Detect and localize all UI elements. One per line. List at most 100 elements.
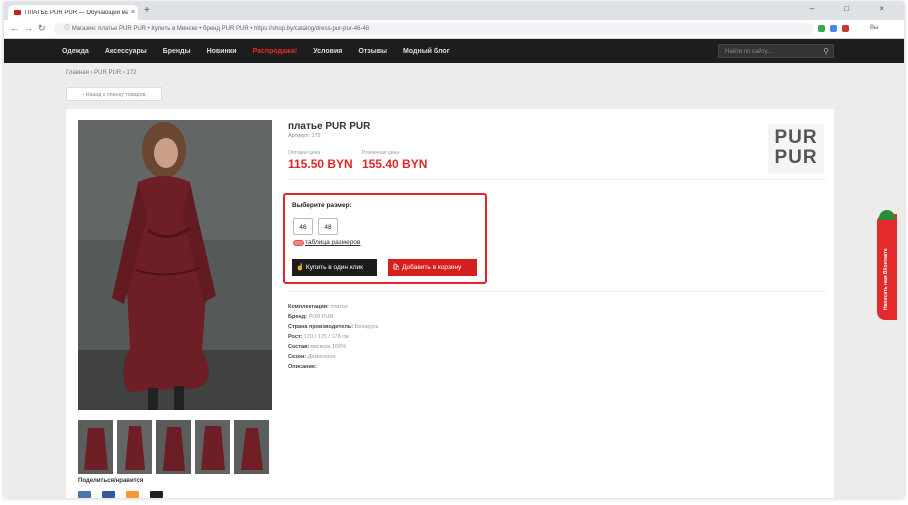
- product-attributes: Комплектация: платье Бренд: PUR PUR Стра…: [288, 302, 379, 372]
- thumbnail[interactable]: [195, 420, 230, 474]
- close-tab-icon[interactable]: ×: [128, 9, 138, 16]
- menu-item-brands[interactable]: Бренды: [163, 48, 191, 55]
- divider: [288, 179, 826, 180]
- buy-one-click-label: Купить в один клик: [305, 264, 363, 271]
- attribute-value: вискоза 100%: [310, 344, 347, 350]
- size-selection-title: Выберите размер:: [292, 202, 352, 209]
- new-tab-icon[interactable]: +: [144, 5, 150, 16]
- brand-logo-line2: PUR: [774, 147, 818, 168]
- contact-side-tab[interactable]: Написать нам ВКонтакте: [877, 210, 897, 320]
- hand-pointer-icon: ☝: [296, 264, 305, 271]
- attribute-value: Демисезон: [307, 354, 336, 360]
- retail-price: 155.40 BYN: [362, 157, 428, 171]
- attribute-row: Бренд: PUR PUR: [288, 312, 379, 322]
- attribute-value: платье: [330, 304, 348, 310]
- thumbnail-image: [156, 420, 191, 474]
- thumbnail[interactable]: [156, 420, 191, 474]
- odnoklassniki-share-icon[interactable]: [126, 491, 139, 498]
- menu-item-reviews[interactable]: Отзывы: [358, 48, 387, 55]
- attribute-row: Состав: вискоза 100%: [288, 342, 379, 352]
- divider: [288, 291, 826, 292]
- site-menu: Одежда Аксессуары Бренды Новинки Распрод…: [62, 39, 450, 63]
- tab-bar: ПЛАТЬЕ PUR PUR — Обучающий магазин × + –…: [4, 2, 904, 20]
- size-option-48[interactable]: 48: [318, 218, 338, 235]
- site-info-icon[interactable]: ⓘ: [64, 26, 70, 32]
- reload-icon[interactable]: ↻: [38, 23, 46, 34]
- measuring-tape-icon: [293, 239, 304, 246]
- attribute-value: PUR PUR: [308, 314, 334, 320]
- menu-item-blog[interactable]: Модный блог: [403, 48, 450, 55]
- vk-share-icon[interactable]: [78, 491, 91, 498]
- window-controls[interactable]: – □ ×: [810, 4, 898, 13]
- add-to-cart-button[interactable]: 🛍 Добавить в корзину: [388, 259, 477, 276]
- product-card: Поделиться/нравится платье PUR PUR Артик…: [66, 109, 834, 498]
- attribute-row: Комплектация: платье: [288, 302, 379, 312]
- menu-item-clothes[interactable]: Одежда: [62, 48, 89, 55]
- buy-one-click-button[interactable]: ☝ Купить в один клик: [292, 259, 377, 276]
- product-sku: Артикул: 172: [288, 133, 321, 139]
- attribute-value: 170 / 175 / 178 см: [303, 334, 349, 340]
- thumbnail[interactable]: [78, 420, 113, 474]
- thumbnail-image: [195, 420, 230, 474]
- retail-price-label: Розничная цена: [362, 150, 400, 156]
- attribute-label: Состав:: [288, 344, 310, 350]
- profile-button[interactable]: Вы: [870, 25, 878, 31]
- attribute-row: Страна производитель: Беларусь: [288, 322, 379, 332]
- browser-tab[interactable]: ПЛАТЬЕ PUR PUR — Обучающий магазин ×: [8, 5, 138, 20]
- brand-logo[interactable]: PUR PUR: [768, 124, 824, 174]
- thumbnail[interactable]: [117, 420, 152, 474]
- address-bar[interactable]: ⓘ Магазин: платье PUR PUR • Купить в Мин…: [54, 23, 814, 35]
- size-table-link[interactable]: таблица размеров: [293, 239, 360, 246]
- back-arrow-icon[interactable]: ←: [10, 23, 19, 33]
- favicon-icon: [14, 10, 21, 15]
- breadcrumb[interactable]: Главная › PUR PUR › 172: [66, 70, 137, 76]
- product-main-photo[interactable]: [78, 120, 272, 410]
- menu-item-sale[interactable]: Распродажа!: [253, 48, 298, 55]
- attribute-label: Сезон:: [288, 354, 307, 360]
- twitter-share-icon[interactable]: [150, 491, 163, 498]
- thumbnail-strip: [78, 420, 269, 474]
- extension-icon[interactable]: [818, 25, 825, 32]
- thumbnail[interactable]: [234, 420, 269, 474]
- wholesale-price-label: Оптовая цена: [288, 150, 321, 156]
- side-tab-label: Написать нам ВКонтакте: [883, 248, 889, 310]
- attribute-label: Описание:: [288, 364, 317, 370]
- attribute-label: Рост:: [288, 334, 303, 340]
- attribute-value: Беларусь: [354, 324, 379, 330]
- url-text: Магазин: платье PUR PUR • Купить в Минск…: [71, 26, 370, 32]
- extension-icon[interactable]: [842, 25, 849, 32]
- site-header: Одежда Аксессуары Бренды Новинки Распрод…: [4, 39, 904, 63]
- menu-item-terms[interactable]: Условия: [313, 48, 342, 55]
- thumbnail-image: [234, 420, 269, 474]
- menu-item-accessories[interactable]: Аксессуары: [105, 48, 147, 55]
- size-option-46[interactable]: 46: [293, 218, 313, 235]
- search-placeholder: Найти по сайту...: [725, 49, 772, 55]
- share-label: Поделиться/нравится: [78, 478, 144, 484]
- site-search-input[interactable]: Найти по сайту... ⚲: [718, 44, 834, 58]
- attribute-row: Рост: 170 / 175 / 178 см: [288, 332, 379, 342]
- menu-item-new[interactable]: Новинки: [207, 48, 237, 55]
- browser-window: ПЛАТЬЕ PUR PUR — Обучающий магазин × + –…: [4, 2, 904, 498]
- shopping-bag-icon: 🛍: [392, 264, 401, 271]
- brand-logo-line1: PUR: [774, 127, 818, 148]
- thumbnail-image: [78, 420, 113, 474]
- attribute-label: Страна производитель:: [288, 324, 354, 330]
- attribute-label: Комплектация:: [288, 304, 329, 310]
- attribute-row: Описание:: [288, 362, 379, 372]
- browser-toolbar: ← → ↻ ⓘ Магазин: платье PUR PUR • Купить…: [4, 20, 904, 39]
- model-in-dress-image: [78, 120, 272, 410]
- thumbnail-image: [117, 420, 152, 474]
- search-icon[interactable]: ⚲: [823, 45, 829, 59]
- extension-icon[interactable]: [830, 25, 837, 32]
- product-title: платье PUR PUR: [288, 121, 371, 132]
- facebook-share-icon[interactable]: [102, 491, 115, 498]
- side-tab-accent: [879, 210, 895, 220]
- attribute-row: Сезон: Демисезон: [288, 352, 379, 362]
- back-to-list-button[interactable]: ‹ Назад к списку товаров: [66, 87, 162, 101]
- forward-arrow-icon[interactable]: →: [24, 23, 33, 33]
- size-table-label: таблица размеров: [305, 239, 361, 246]
- tab-title: ПЛАТЬЕ PUR PUR — Обучающий магазин: [25, 9, 128, 16]
- wholesale-price: 115.50 BYN: [288, 157, 353, 171]
- attribute-label: Бренд:: [288, 314, 308, 320]
- add-to-cart-label: Добавить в корзину: [402, 264, 462, 271]
